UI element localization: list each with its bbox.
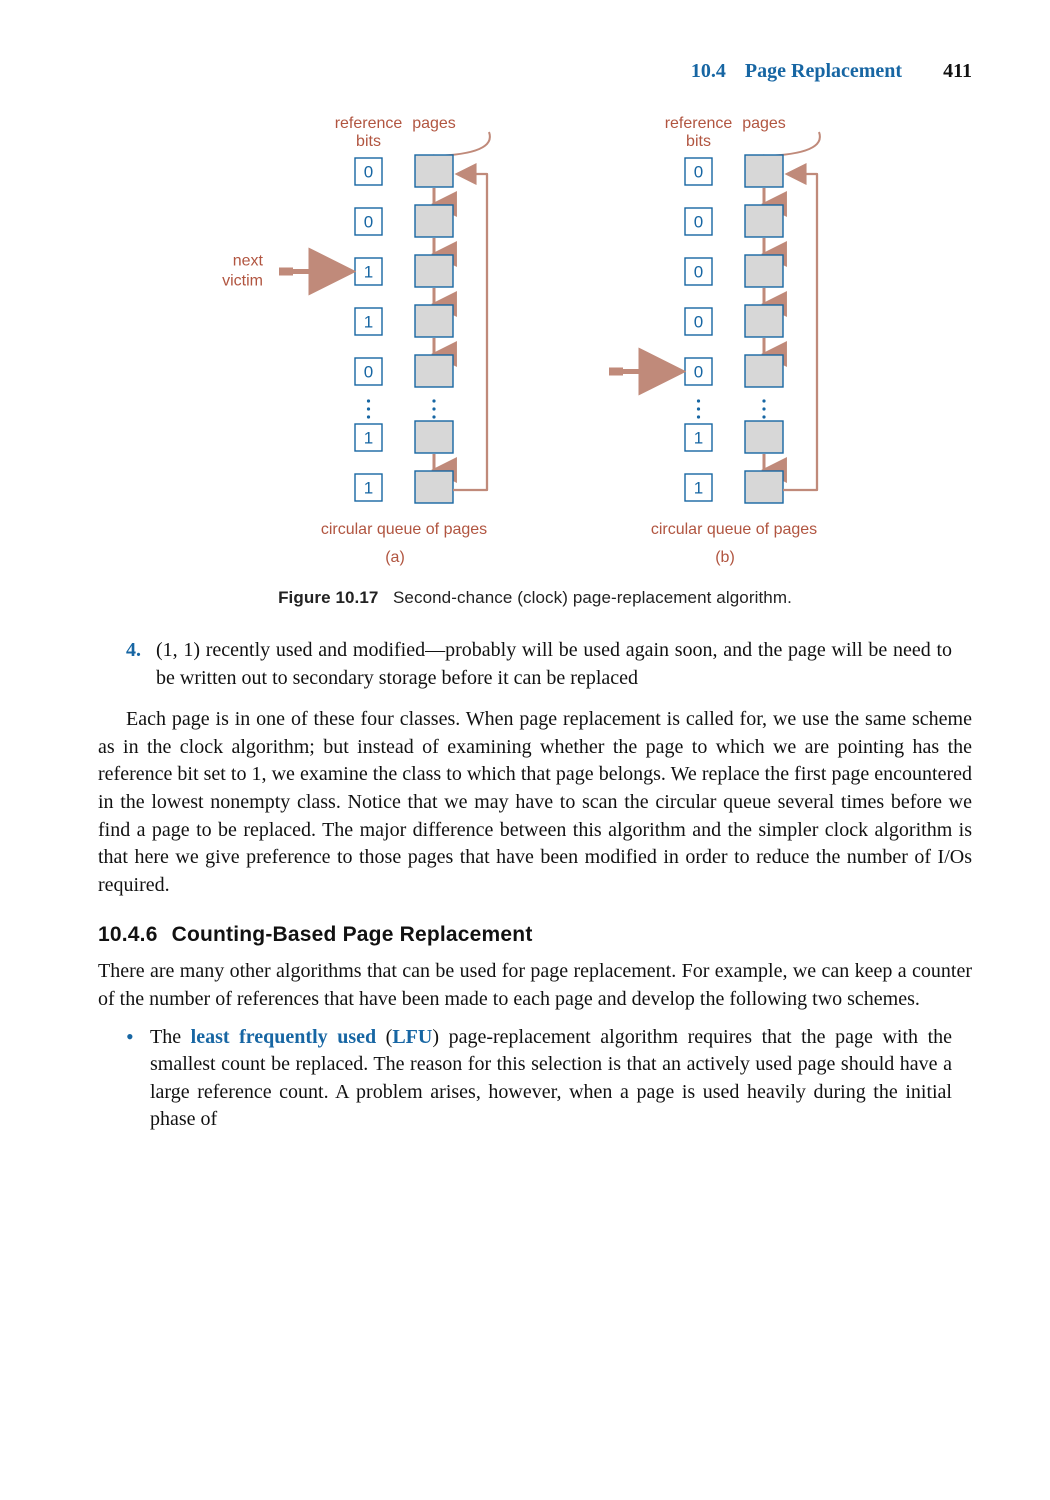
list-item-4: 4. (1, 1) recently used and modified—pro… [126,637,952,692]
svg-text:1: 1 [364,262,373,281]
svg-text:bits: bits [686,133,711,150]
figure-caption: Figure 10.17 Second-chance (clock) page-… [278,586,792,609]
svg-text:1: 1 [364,312,373,331]
acronym-lfu: LFU [392,1026,432,1048]
svg-text:circular queue of pages: circular queue of pages [321,521,487,538]
svg-text:(b): (b) [715,549,735,566]
term-lfu: least frequently used [191,1026,376,1048]
page: 10.4 Page Replacement 411 referencebitsp… [0,0,1050,1500]
svg-text:circular queue of pages: circular queue of pages [651,521,817,538]
svg-text:1: 1 [694,478,703,497]
svg-text:pages: pages [412,115,456,132]
figure-number: Figure 10.17 [278,588,378,607]
running-header: 10.4 Page Replacement 411 [98,58,972,86]
svg-text:reference: reference [335,115,403,132]
section-title: Page Replacement [745,60,902,82]
body-text-pre: Each page is in one of these four classe… [98,708,972,868]
svg-text:0: 0 [694,162,703,181]
list-item-marker: 4. [126,637,156,692]
paren-open: ( [376,1026,392,1048]
svg-text:victim: victim [222,272,263,289]
page-number: 411 [943,60,972,82]
svg-text:0: 0 [694,362,703,381]
svg-text:(a): (a) [385,549,405,566]
section-number: 10.4 [691,60,726,82]
svg-text:1: 1 [694,428,703,447]
bullet-icon: • [126,1024,150,1134]
io-abbrev: I/O [938,846,965,868]
subsection-title: Counting-Based Page Replacement [172,923,533,946]
subsection-heading: 10.4.6 Counting-Based Page Replacement [98,921,972,950]
bullet-text: The least frequently used (LFU) page-rep… [150,1024,952,1134]
svg-text:next: next [233,252,264,269]
svg-text:0: 0 [364,212,373,231]
svg-text:0: 0 [364,362,373,381]
svg-text:0: 0 [694,262,703,281]
svg-text:0: 0 [694,212,703,231]
subsection-intro-paragraph: There are many other algorithms that can… [98,958,972,1013]
body-paragraph: Each page is in one of these four classe… [98,706,972,899]
svg-text:bits: bits [356,133,381,150]
figure-caption-text: Second-chance (clock) page-replacement a… [393,588,792,607]
figure: referencebitspages0011011nextvictimcircu… [98,114,972,609]
bullet-item-lfu: • The least frequently used (LFU) page-r… [126,1024,952,1134]
svg-text:1: 1 [364,428,373,447]
svg-text:0: 0 [364,162,373,181]
bullet-pre: The [150,1026,191,1048]
subsection-number: 10.4.6 [98,923,158,946]
clock-diagram: referencebitspages0011011nextvictimcircu… [185,114,885,574]
svg-text:0: 0 [694,312,703,331]
svg-text:reference: reference [665,115,733,132]
paren-close: ) [432,1026,448,1048]
list-item-text: (1, 1) recently used and modified—probab… [156,637,952,692]
svg-text:pages: pages [742,115,786,132]
svg-text:1: 1 [364,478,373,497]
